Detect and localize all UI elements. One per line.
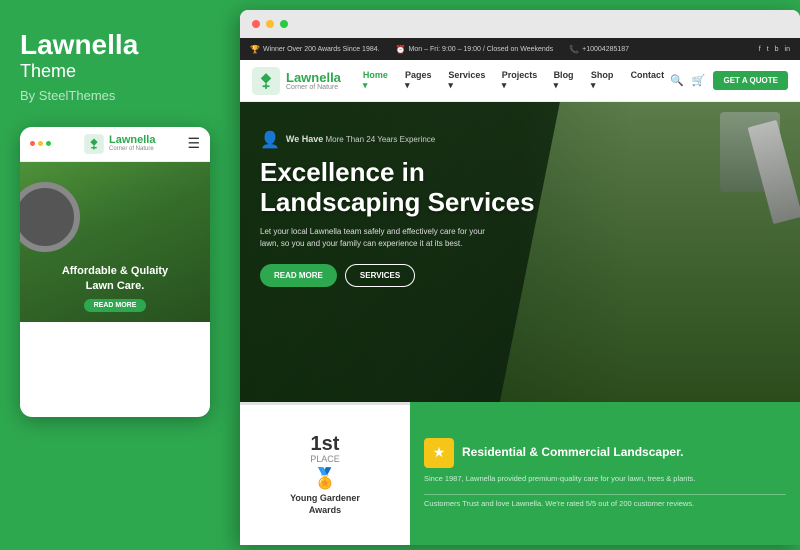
site-topbar: 🏆 Winner Over 200 Awards Since 1984. ⏰ M… [240,38,800,60]
hero-description: Let your local Lawnella team safely and … [260,226,500,250]
browser-mockup: 🏆 Winner Over 200 Awards Since 1984. ⏰ M… [240,10,800,545]
brand-author: By SteelThemes [20,88,210,103]
phone-icon: 📞 [569,45,579,54]
mobile-logo-icon [83,133,105,155]
read-more-button[interactable]: READ MORE [260,264,337,287]
brand-title: Lawnella [20,30,210,61]
nav-link-home[interactable]: Home ▾ [357,70,399,91]
promo-card: ★ Residential & Commercial Landscaper. S… [410,402,800,545]
social-facebook[interactable]: f [759,46,761,53]
promo-top: ★ Residential & Commercial Landscaper. [424,438,786,468]
mobile-hero-text: Affordable & QulaityLawn Care. [30,264,200,293]
nav-logo-text-block: Lawnella Corner of Nature [286,71,341,91]
social-linkedin[interactable]: in [785,46,790,53]
award-card: 1st PLACE 🏅 Young Gardener Awards [240,402,410,545]
hero-content: 👤 We Have More Than 24 Years Experince E… [240,102,800,307]
mobile-dot-red [30,141,35,146]
promo-star-icon: ★ [424,438,454,468]
brand-subtitle: Theme [20,61,210,82]
promo-description-2: Customers Trust and love Lawnella. We're… [424,499,786,510]
nav-links: Home ▾ Pages ▾ Services ▾ Projects ▾ Blo… [357,70,670,91]
mobile-logo-text: Lawnella Corner of Nature [109,135,155,152]
topbar-social-links: f t b in [759,46,790,53]
mobile-logo: Lawnella Corner of Nature [83,133,155,155]
nav-link-shop[interactable]: Shop ▾ [585,70,625,91]
nav-link-blog[interactable]: Blog ▾ [548,70,585,91]
hero-badge-text: We Have More Than 24 Years Experince [286,134,435,146]
nav-link-pages[interactable]: Pages ▾ [399,70,442,91]
mobile-dot-yellow [38,141,43,146]
nav-link-services[interactable]: Services ▾ [442,70,495,91]
nav-logo-icon [252,67,280,95]
award-place: 1st PLACE [310,434,340,464]
mobile-dot-green [46,141,51,146]
experience-icon: 👤 [260,130,280,150]
mobile-hero: Affordable & QulaityLawn Care. READ MORE [20,162,210,322]
hero-section: 👤 We Have More Than 24 Years Experince E… [240,102,800,402]
mobile-topbar: Lawnella Corner of Nature ☰ [20,127,210,162]
search-icon[interactable]: 🔍 [670,74,684,87]
promo-description-1: Since 1987, Lawnella provided premium-qu… [424,474,786,485]
chrome-minimize-dot[interactable] [266,20,274,28]
topbar-hours: ⏰ Mon – Fri: 9:00 – 19:00 / Closed on We… [396,45,554,54]
left-panel: Lawnella Theme By SteelThemes Lawnella C… [0,0,230,550]
award-name: Young Gardener Awards [290,493,360,516]
topbar-phone: 📞 +10004285187 [569,45,629,54]
promo-title: Residential & Commercial Landscaper. [462,445,683,459]
clock-icon: ⏰ [396,45,406,54]
hero-badge: 👤 We Have More Than 24 Years Experince [260,130,780,150]
bottom-cards: 1st PLACE 🏅 Young Gardener Awards ★ Resi… [240,402,800,545]
get-quote-button[interactable]: GET A QUOTE [713,71,788,90]
mobile-preview: Lawnella Corner of Nature ☰ Affordable &… [20,127,210,417]
mobile-window-dots [30,141,51,146]
chrome-maximize-dot[interactable] [280,20,288,28]
chrome-close-dot[interactable] [252,20,260,28]
mobile-read-more-button[interactable]: READ MORE [84,299,147,312]
topbar-award: 🏆 Winner Over 200 Awards Since 1984. [250,45,380,54]
award-icon: 🏆 [250,45,260,54]
nav-logo: Lawnella Corner of Nature [252,67,341,95]
nav-icons: 🔍 🛒 [670,74,705,87]
site-nav: Lawnella Corner of Nature Home ▾ Pages ▾… [240,60,800,102]
social-blogger[interactable]: b [775,46,779,53]
services-button[interactable]: SERVICES [345,264,415,287]
cart-icon[interactable]: 🛒 [692,74,706,87]
social-twitter[interactable]: t [767,46,769,53]
promo-divider [424,494,786,495]
hero-buttons: READ MORE SERVICES [260,264,780,287]
nav-link-contact[interactable]: Contact [625,70,671,91]
mobile-hamburger-icon[interactable]: ☰ [187,135,200,152]
browser-chrome [240,10,800,38]
hero-heading: Excellence inLandscaping Services [260,158,540,218]
nav-link-projects[interactable]: Projects ▾ [496,70,548,91]
award-wreath-icon: 🏅 [313,466,338,491]
